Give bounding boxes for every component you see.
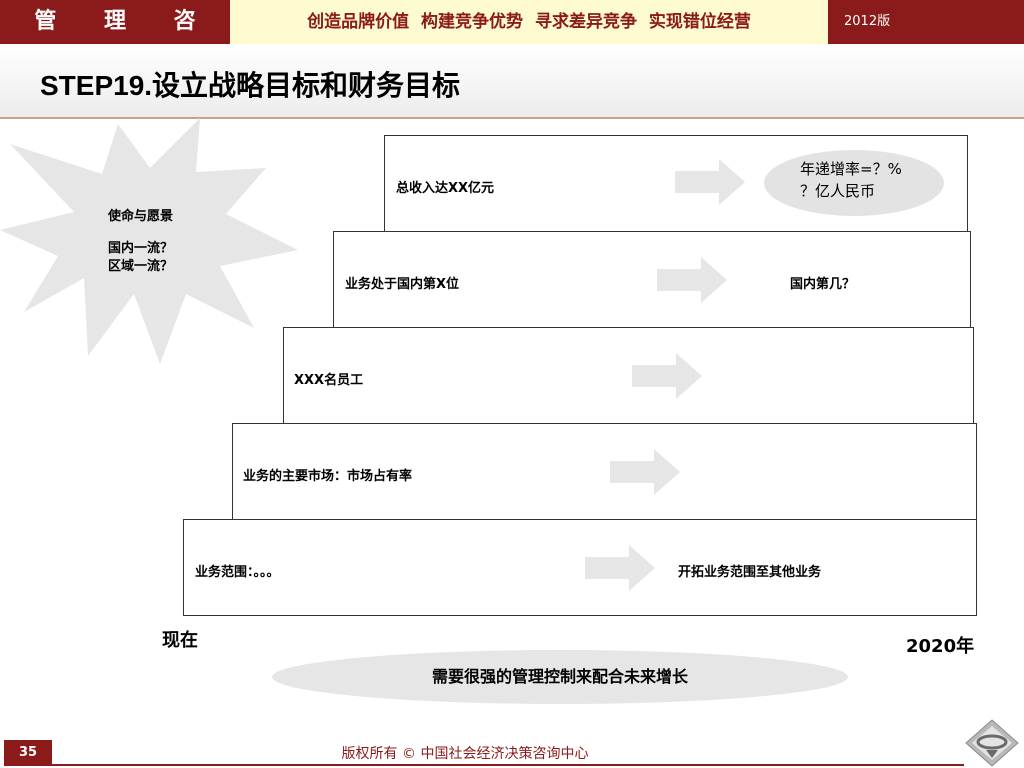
mission-line-1: 国内一流？ — [108, 241, 174, 256]
step-label-scope: 业务范围：。。。 — [195, 565, 280, 580]
mission-vision-text: 使命与愿景 国内一流？ 区域一流？ — [108, 208, 173, 276]
page-number: 35 — [4, 740, 52, 766]
company-logo-icon — [965, 719, 1019, 767]
step-target-scope: 开拓业务范围至其他业务 — [678, 565, 822, 580]
arrow-right-icon — [657, 257, 727, 303]
mission-heading: 使命与愿景 — [108, 209, 174, 224]
brand-title: 管 理 咨 询 — [34, 9, 216, 78]
growth-target-text: 年递增率=？% ？亿人民币 — [800, 158, 902, 202]
step-box-scope — [183, 519, 977, 616]
mission-line-2: 区域一流？ — [108, 259, 174, 274]
page-title: STEP19.设立战略目标和财务目标 — [40, 70, 461, 101]
step-box-employees — [283, 327, 974, 424]
arrow-right-icon — [610, 449, 680, 495]
step-label-revenue: 总收入达XX亿元 — [396, 181, 495, 196]
growth-rate: 年递增率=？% — [800, 160, 902, 178]
arrow-right-icon — [675, 159, 745, 205]
header-bar: 管 理 咨 询 创造品牌价值 构建竞争优势 寻求差异竞争 实现错位经营 2012… — [0, 0, 1024, 78]
edition-label: 2012版 — [844, 14, 891, 29]
timeline-end-label: 2020年 — [906, 636, 975, 657]
arrow-right-icon — [632, 353, 702, 399]
step-label-market: 业务的主要市场：市场占有率 — [243, 469, 413, 484]
growth-amount: ？亿人民币 — [800, 182, 876, 200]
step-label-employees: XXX名员工 — [294, 373, 364, 388]
timeline-start-label: 现在 — [162, 630, 198, 651]
copyright-text: 版权所有 © 中国社会经济决策咨询中心 — [341, 746, 589, 762]
slide: 管 理 咨 询 创造品牌价值 构建竞争优势 寻求差异竞争 实现错位经营 2012… — [0, 0, 1024, 768]
summary-text: 需要很强的管理控制来配合未来增长 — [431, 667, 688, 686]
step-target-ranking: 国内第几？ — [790, 277, 856, 292]
slogan-banner: 创造品牌价值 构建竞争优势 寻求差异竞争 实现错位经营 — [230, 0, 828, 44]
step-label-ranking: 业务处于国内第X位 — [345, 277, 460, 292]
footer-divider — [52, 764, 964, 766]
arrow-right-icon — [585, 545, 655, 591]
